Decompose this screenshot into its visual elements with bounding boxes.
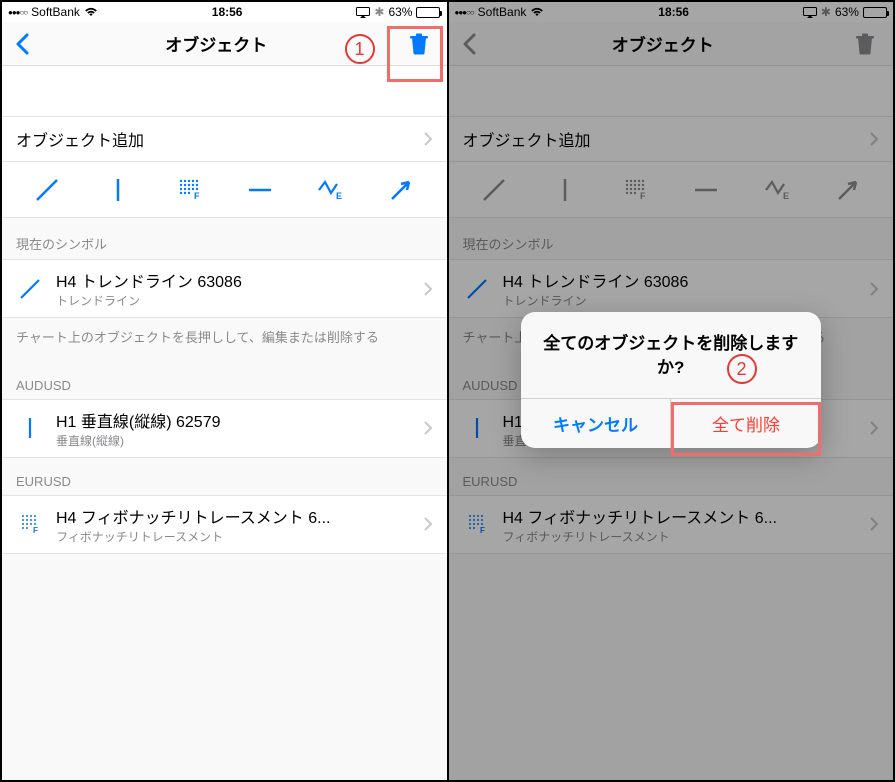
phone-right: ●●●○○ SoftBank 18:56 ✱ 63% オブジェクト xyxy=(449,2,894,780)
nav-bar: オブジェクト xyxy=(2,22,447,66)
section-header-audusd: AUDUSD xyxy=(2,362,447,399)
object-row-eurusd-0[interactable]: F H4 フィボナッチリトレースメント 6... フィボナッチリトレースメント xyxy=(2,495,447,554)
object-title: H4 トレンドライン 63086 xyxy=(503,268,863,292)
object-sub: フィボナッチリトレースメント xyxy=(56,528,416,545)
chevron-right-icon xyxy=(424,282,433,296)
add-object-label: オブジェクト追加 xyxy=(463,127,591,151)
trendline-icon xyxy=(16,275,44,303)
trendline-icon xyxy=(477,173,511,207)
carrier-label: SoftBank xyxy=(31,5,80,19)
add-object-row: オブジェクト追加 xyxy=(449,116,894,162)
back-button xyxy=(459,30,479,58)
bluetooth-icon: ✱ xyxy=(374,5,384,19)
battery-pct: 63% xyxy=(388,5,412,19)
chevron-right-icon xyxy=(424,132,433,146)
carrier-label: SoftBank xyxy=(478,5,527,19)
object-title: H1 垂直線(縦線) 62579 xyxy=(56,408,416,432)
tool-row: F E xyxy=(2,162,447,218)
object-sub: トレンドライン xyxy=(503,292,863,309)
tool-row: F E xyxy=(449,162,894,218)
section-header-current: 現在のシンボル xyxy=(449,218,894,259)
svg-text:E: E xyxy=(783,191,789,201)
object-row-current-0: H4 トレンドライン 63086 トレンドライン xyxy=(449,259,894,318)
object-title: H4 トレンドライン 63086 xyxy=(56,268,416,292)
object-sub: フィボナッチリトレースメント xyxy=(503,528,863,545)
svg-text:F: F xyxy=(33,526,38,535)
section-header-eurusd: EURUSD xyxy=(2,458,447,495)
add-object-row[interactable]: オブジェクト追加 xyxy=(2,116,447,162)
vertical-line-icon[interactable] xyxy=(101,173,135,207)
fibo-grid-icon: F xyxy=(16,510,44,538)
signal-dots-icon: ●●●○○ xyxy=(8,8,27,17)
object-row-eurusd-0: F H4 フィボナッチリトレースメント 6... フィボナッチリトレースメント xyxy=(449,495,894,554)
object-sub: トレンドライン xyxy=(56,292,416,309)
horiz-line-icon[interactable] xyxy=(243,173,277,207)
object-row-audusd-0[interactable]: H1 垂直線(縦線) 62579 垂直線(縦線) xyxy=(2,399,447,458)
add-object-label: オブジェクト追加 xyxy=(16,127,144,151)
vertical-line-icon xyxy=(16,414,44,442)
status-time: 18:56 xyxy=(212,5,243,19)
arrow-icon xyxy=(831,173,865,207)
fibo-grid-icon[interactable]: F xyxy=(172,173,206,207)
svg-text:E: E xyxy=(336,191,342,201)
arrow-icon[interactable] xyxy=(384,173,418,207)
svg-text:F: F xyxy=(194,191,200,201)
section-header-current: 現在のシンボル xyxy=(2,218,447,259)
nav-bar: オブジェクト xyxy=(449,22,894,66)
chevron-right-icon xyxy=(870,517,879,531)
airplay-icon xyxy=(356,7,370,18)
vertical-line-icon xyxy=(463,414,491,442)
wifi-icon xyxy=(84,7,98,17)
fibo-grid-icon: F xyxy=(463,510,491,538)
object-title: H4 フィボナッチリトレースメント 6... xyxy=(56,504,416,528)
phone-left: ●●●○○ SoftBank 18:56 ✱ 63% オブジェクト xyxy=(2,2,449,780)
fibo-grid-icon: F xyxy=(618,173,652,207)
battery-icon xyxy=(416,7,440,18)
content-area: オブジェクト追加 F E 現在のシンボル H4 トレンドライン 63086 トレ… xyxy=(2,66,447,780)
signal-dots-icon: ●●●○○ xyxy=(455,8,474,17)
status-bar: ●●●○○ SoftBank 18:56 ✱ 63% xyxy=(449,2,894,22)
object-row-current-0[interactable]: H4 トレンドライン 63086 トレンドライン xyxy=(2,259,447,318)
nav-title: オブジェクト xyxy=(165,31,267,56)
trash-button xyxy=(847,26,883,62)
battery-pct: 63% xyxy=(835,5,859,19)
alert-cancel-button[interactable]: キャンセル xyxy=(521,399,672,448)
section-header-eurusd: EURUSD xyxy=(449,458,894,495)
annotation-badge-1: 1 xyxy=(345,34,375,64)
battery-icon xyxy=(863,7,887,18)
annotation-box-2 xyxy=(671,402,821,456)
svg-text:F: F xyxy=(640,191,646,201)
status-time: 18:56 xyxy=(658,5,689,19)
status-bar: ●●●○○ SoftBank 18:56 ✱ 63% xyxy=(2,2,447,22)
trendline-icon xyxy=(463,275,491,303)
object-title: H4 フィボナッチリトレースメント 6... xyxy=(503,504,863,528)
alert-title: 全てのオブジェクトを削除しますか? xyxy=(521,312,821,398)
help-text: チャート上のオブジェクトを長押しして、編集または削除する xyxy=(2,318,447,362)
chevron-right-icon xyxy=(424,517,433,531)
chevron-right-icon xyxy=(424,421,433,435)
horiz-line-icon xyxy=(689,173,723,207)
bluetooth-icon: ✱ xyxy=(821,5,831,19)
airplay-icon xyxy=(803,7,817,18)
trendline-icon[interactable] xyxy=(30,173,64,207)
zigzag-e-icon: E xyxy=(760,173,794,207)
back-button[interactable] xyxy=(12,30,32,58)
annotation-badge-2: 2 xyxy=(727,354,757,384)
object-sub: 垂直線(縦線) xyxy=(56,432,416,449)
chevron-right-icon xyxy=(870,421,879,435)
vertical-line-icon xyxy=(548,173,582,207)
wifi-icon xyxy=(530,7,544,17)
chevron-right-icon xyxy=(870,132,879,146)
nav-title: オブジェクト xyxy=(612,31,714,56)
svg-text:F: F xyxy=(480,526,485,535)
zigzag-e-icon[interactable]: E xyxy=(313,173,347,207)
annotation-box-1 xyxy=(387,26,443,82)
chevron-right-icon xyxy=(870,282,879,296)
